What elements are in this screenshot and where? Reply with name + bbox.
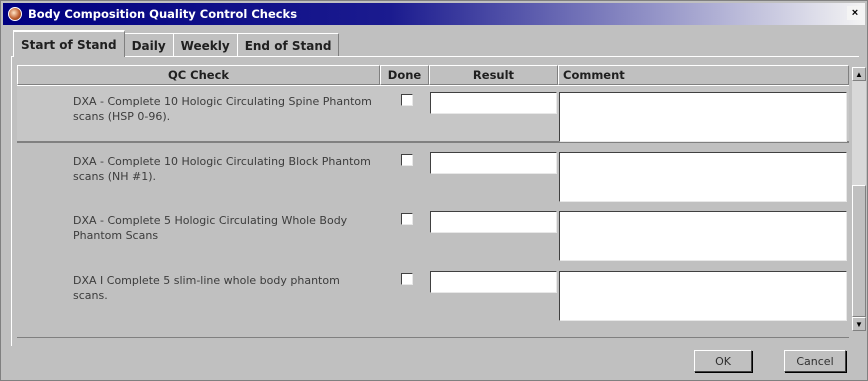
column-header-comment[interactable]: Comment: [558, 65, 849, 85]
tab-weekly[interactable]: Weekly: [172, 33, 238, 57]
qc-check-text: DXA I Complete 5 slim-line whole body ph…: [73, 274, 340, 302]
qc-check-text: DXA - Complete 10 Hologic Circulating Sp…: [73, 95, 372, 123]
cancel-button[interactable]: Cancel: [784, 350, 846, 372]
done-checkbox[interactable]: [401, 154, 413, 166]
comment-field[interactable]: [559, 152, 847, 202]
result-field[interactable]: [430, 271, 557, 293]
table-row[interactable]: DXA I Complete 5 slim-line whole body ph…: [17, 265, 849, 323]
title-bar: Body Composition Quality Control Checks …: [3, 3, 865, 25]
done-checkbox[interactable]: [401, 213, 413, 225]
result-field[interactable]: [430, 92, 557, 114]
table-row[interactable]: DXA - Complete 5 Hologic Circulating Who…: [17, 205, 849, 263]
window-title: Body Composition Quality Control Checks: [28, 7, 298, 21]
app-icon: [8, 7, 22, 21]
qc-grid: DXA - Complete 10 Hologic Circulating Sp…: [17, 85, 849, 338]
qc-checks-window: Body Composition Quality Control Checks …: [0, 0, 868, 381]
tab-end-of-stand[interactable]: End of Stand: [236, 33, 340, 57]
comment-field[interactable]: [559, 92, 847, 142]
comment-field[interactable]: [559, 271, 847, 321]
result-field[interactable]: [430, 152, 557, 174]
close-button[interactable]: ×: [847, 6, 863, 20]
scroll-down-icon[interactable]: ▼: [852, 317, 866, 331]
column-header-result[interactable]: Result: [429, 65, 558, 85]
scroll-up-icon[interactable]: ▲: [852, 67, 866, 81]
column-header-qc-check[interactable]: QC Check: [17, 65, 380, 85]
done-checkbox[interactable]: [401, 273, 413, 285]
table-row[interactable]: DXA - Complete 10 Hologic Circulating Sp…: [17, 85, 849, 143]
table-row[interactable]: DXA - Complete 10 Hologic Circulating Bl…: [17, 146, 849, 204]
qc-check-text: DXA - Complete 5 Hologic Circulating Who…: [73, 214, 348, 242]
done-checkbox[interactable]: [401, 94, 413, 106]
column-header-done[interactable]: Done: [380, 65, 429, 85]
tab-start-of-stand[interactable]: Start of Stand: [13, 30, 125, 57]
comment-field[interactable]: [559, 211, 847, 261]
scroll-thumb[interactable]: [852, 185, 866, 317]
grid-header: QC Check Done Result Comment: [17, 65, 849, 85]
tab-strip: Start of Stand Daily Weekly End of Stand: [13, 30, 340, 57]
result-field[interactable]: [430, 211, 557, 233]
ok-button[interactable]: OK: [694, 350, 752, 372]
vertical-scrollbar[interactable]: ▲ ▼: [852, 67, 866, 331]
qc-check-text: DXA - Complete 10 Hologic Circulating Bl…: [73, 155, 371, 183]
tab-daily[interactable]: Daily: [123, 33, 174, 57]
